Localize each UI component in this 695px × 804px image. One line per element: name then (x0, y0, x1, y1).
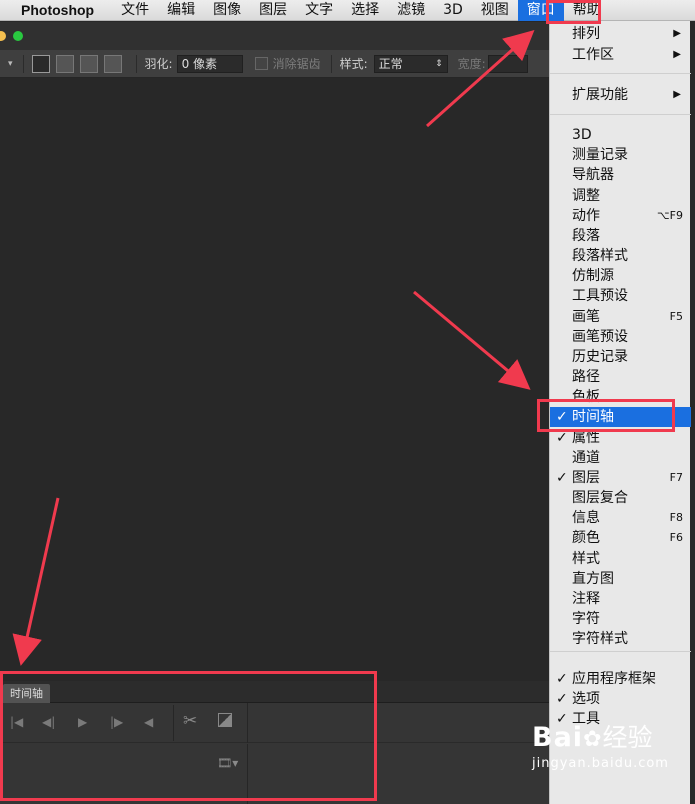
baidu-paw-icon: ✿ (583, 727, 603, 752)
arrow-to-timeline-item (413, 290, 531, 390)
baidu-jingyan-watermark: Bai✿经验 jingyan.baidu.com (532, 718, 690, 798)
watermark-logo-suffix: 经验 (602, 723, 653, 752)
annotation-arrows (12, 30, 535, 666)
watermark-logo: Bai (532, 722, 584, 753)
arrow-to-timeline-panel (12, 497, 60, 666)
arrow-to-window-menu (426, 30, 535, 128)
watermark-url: jingyan.baidu.com (532, 756, 669, 771)
